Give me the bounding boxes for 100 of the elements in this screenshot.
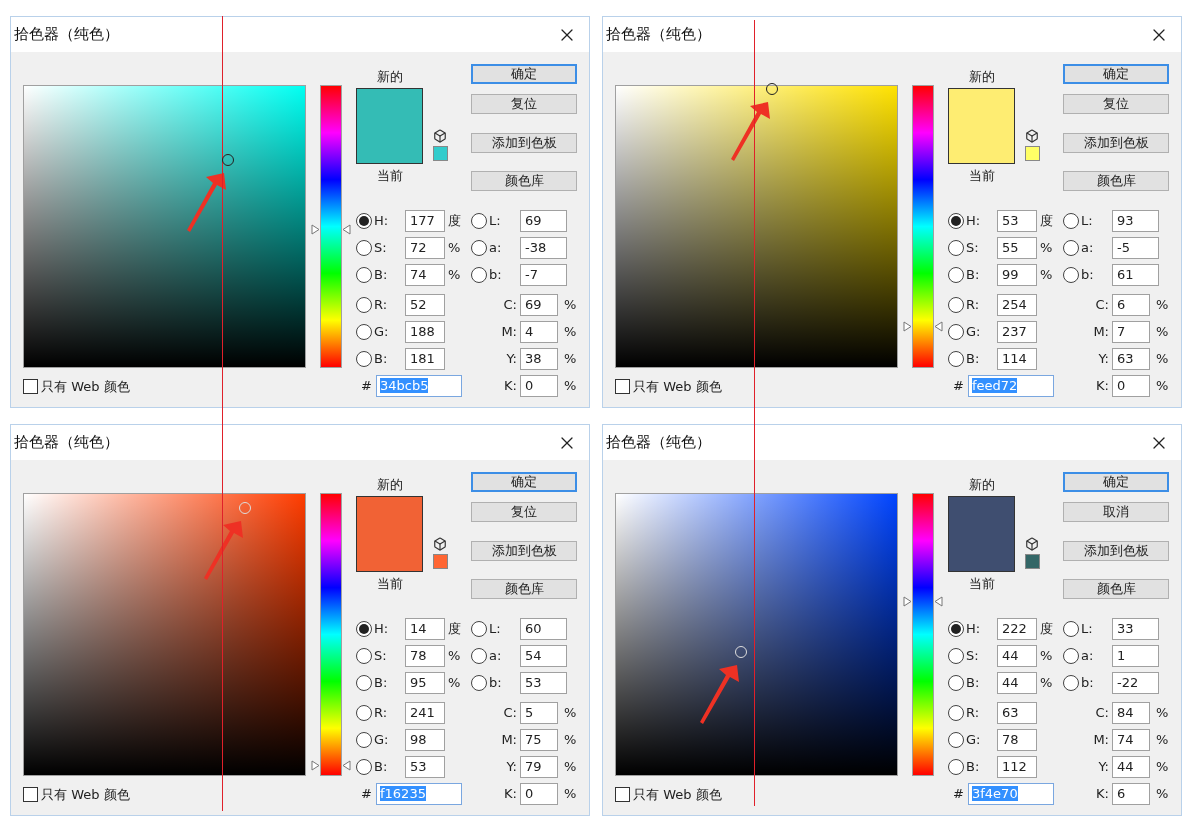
input-field[interactable]: 79 <box>520 755 558 778</box>
radio-button[interactable] <box>1063 674 1079 691</box>
input-field[interactable]: 78 <box>405 644 445 667</box>
hue-slider[interactable] <box>311 85 351 368</box>
input-field[interactable]: 98 <box>405 728 445 751</box>
radio-button[interactable] <box>948 620 964 637</box>
input-field[interactable]: 1 <box>1112 644 1159 667</box>
input-field[interactable]: 14 <box>405 617 445 640</box>
input-field[interactable]: -38 <box>520 236 567 259</box>
input-field[interactable]: 60 <box>520 617 567 640</box>
radio-button[interactable] <box>948 350 964 367</box>
hue-slider[interactable] <box>903 493 943 776</box>
slider-thumb[interactable] <box>903 320 943 332</box>
web-color-swatch[interactable] <box>1025 146 1040 161</box>
radio-button[interactable] <box>948 323 964 340</box>
radio-button[interactable] <box>1063 212 1079 229</box>
radio-button[interactable] <box>356 239 372 256</box>
radio-button[interactable] <box>1063 266 1079 283</box>
input-field[interactable]: 177 <box>405 209 445 232</box>
radio-button[interactable] <box>948 674 964 691</box>
input-field[interactable]: 33 <box>1112 617 1159 640</box>
radio-button[interactable] <box>356 296 372 313</box>
input-field[interactable]: 0 <box>520 782 558 805</box>
input-field[interactable]: 222 <box>997 617 1037 640</box>
dialog-button[interactable]: 颜色库 <box>471 171 577 191</box>
radio-button[interactable] <box>948 731 964 748</box>
radio-button[interactable] <box>356 758 372 775</box>
input-field[interactable]: 54 <box>520 644 567 667</box>
checkbox[interactable] <box>23 379 38 395</box>
input-field[interactable]: 114 <box>997 347 1037 370</box>
color-field[interactable] <box>23 493 306 776</box>
checkbox[interactable] <box>615 379 630 395</box>
radio-button[interactable] <box>948 704 964 721</box>
input-field[interactable]: 0 <box>520 374 558 397</box>
input-field[interactable]: 0 <box>1112 374 1150 397</box>
input-field[interactable]: 44 <box>1112 755 1150 778</box>
input-field[interactable]: 74 <box>405 263 445 286</box>
dialog-button[interactable]: 添加到色板 <box>471 541 577 561</box>
dialog-button[interactable]: 添加到色板 <box>471 133 577 153</box>
color-field[interactable] <box>615 85 898 368</box>
input-field[interactable]: 237 <box>997 320 1037 343</box>
dialog-button[interactable]: 颜色库 <box>1063 579 1169 599</box>
input-field[interactable]: 72 <box>405 236 445 259</box>
input-field[interactable]: 99 <box>997 263 1037 286</box>
input-field[interactable]: 53 <box>405 755 445 778</box>
dialog-button[interactable]: 添加到色板 <box>1063 541 1169 561</box>
dialog-button[interactable]: 颜色库 <box>1063 171 1169 191</box>
radio-button[interactable] <box>356 674 372 691</box>
radio-button[interactable] <box>1063 620 1079 637</box>
slider-thumb[interactable] <box>311 759 351 771</box>
color-field[interactable] <box>615 493 898 776</box>
input-field[interactable]: 6 <box>1112 782 1150 805</box>
radio-button[interactable] <box>948 758 964 775</box>
input-field[interactable]: 69 <box>520 209 567 232</box>
dialog-button[interactable]: 确定 <box>471 472 577 492</box>
radio-button[interactable] <box>948 647 964 664</box>
dialog-button[interactable]: 确定 <box>1063 472 1169 492</box>
input-field[interactable]: 53 <box>997 209 1037 232</box>
radio-button[interactable] <box>356 350 372 367</box>
slider-thumb[interactable] <box>311 224 351 236</box>
dialog-button[interactable]: 复位 <box>471 94 577 114</box>
dialog-button[interactable]: 复位 <box>471 502 577 522</box>
input-field[interactable]: -22 <box>1112 671 1159 694</box>
radio-button[interactable] <box>356 212 372 229</box>
radio-button[interactable] <box>948 266 964 283</box>
current-color-swatch[interactable] <box>949 126 1014 163</box>
radio-button[interactable] <box>471 674 487 691</box>
input-field[interactable]: -5 <box>1112 236 1159 259</box>
dialog-button[interactable]: 取消 <box>1063 502 1169 522</box>
input-field[interactable]: 78 <box>997 728 1037 751</box>
input-field[interactable]: 74 <box>1112 728 1150 751</box>
input-field[interactable]: 38 <box>520 347 558 370</box>
input-field[interactable]: 6 <box>1112 293 1150 316</box>
dialog-button[interactable]: 复位 <box>1063 94 1169 114</box>
input-field[interactable]: 63 <box>1112 347 1150 370</box>
hue-slider[interactable] <box>903 85 943 368</box>
radio-button[interactable] <box>471 620 487 637</box>
radio-button[interactable] <box>948 296 964 313</box>
input-field[interactable]: 44 <box>997 644 1037 667</box>
input-field[interactable]: 84 <box>1112 701 1150 724</box>
input-field[interactable]: 69 <box>520 293 558 316</box>
input-field[interactable]: 188 <box>405 320 445 343</box>
color-field[interactable] <box>23 85 306 368</box>
radio-button[interactable] <box>356 731 372 748</box>
radio-button[interactable] <box>948 239 964 256</box>
dialog-button[interactable]: 确定 <box>471 64 577 84</box>
input-field[interactable]: 93 <box>1112 209 1159 232</box>
radio-button[interactable] <box>471 647 487 664</box>
radio-button[interactable] <box>356 647 372 664</box>
radio-button[interactable] <box>356 704 372 721</box>
input-field[interactable]: 52 <box>405 293 445 316</box>
dialog-button[interactable]: 添加到色板 <box>1063 133 1169 153</box>
radio-button[interactable] <box>471 212 487 229</box>
input-field[interactable]: 63 <box>997 701 1037 724</box>
web-color-swatch[interactable] <box>1025 554 1040 569</box>
radio-button[interactable] <box>356 620 372 637</box>
input-field[interactable]: 61 <box>1112 263 1159 286</box>
dialog-button[interactable]: 确定 <box>1063 64 1169 84</box>
hue-slider[interactable] <box>311 493 351 776</box>
input-field[interactable]: 181 <box>405 347 445 370</box>
